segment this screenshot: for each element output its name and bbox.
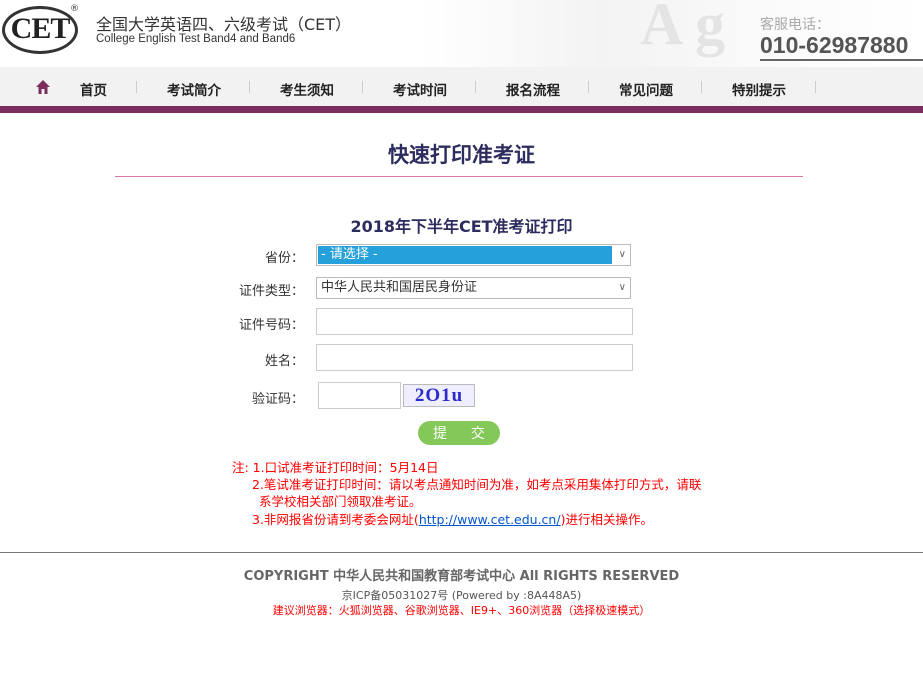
chevron-down-icon: ∨ — [618, 282, 626, 293]
footer-browser-tip: 建议浏览器：火狐浏览器、谷歌浏览器、IE9+、360浏览器（选择极速模式） — [272, 604, 651, 617]
nav-registration[interactable]: 报名流程 — [506, 79, 560, 99]
name-input[interactable] — [316, 344, 633, 371]
footer-divider — [0, 552, 923, 553]
site-title-en: College English Test Band4 and Band6 — [96, 33, 296, 45]
name-label: 姓名： — [264, 354, 304, 369]
cet-website-link[interactable]: http://www.cet.edu.cn/ — [419, 512, 561, 527]
nav-divider — [815, 81, 816, 93]
note-2-cont: 系学校相关部门领取准考证。 — [259, 494, 422, 509]
nav-divider — [136, 81, 137, 93]
nav-divider — [362, 81, 363, 93]
header-watermark: A g — [640, 0, 726, 57]
hotline-label: 客服电话： — [760, 17, 830, 33]
footer-copyright: COPYRIGHT 中华人民共和国教育部考试中心 All RIGHTS RESE… — [243, 569, 680, 584]
nav-home[interactable]: 首页 — [80, 79, 107, 99]
cet-logo[interactable]: CET — [2, 6, 78, 54]
form-title: 2018年下半年CET准考证打印 — [350, 217, 573, 236]
captcha-image[interactable]: 2O1u — [403, 384, 475, 407]
site-title-cn: 全国大学英语四、六级考试（CET） — [96, 15, 352, 34]
home-icon[interactable] — [36, 80, 50, 94]
note-3-suffix: )进行相关操作。 — [560, 512, 653, 527]
province-select[interactable]: - 请选择 - ∨ — [316, 244, 631, 266]
idtype-label: 证件类型： — [238, 284, 304, 299]
province-label: 省份： — [264, 251, 304, 266]
nav-exam-intro[interactable]: 考试简介 — [167, 79, 221, 99]
nav-divider — [249, 81, 250, 93]
idtype-select[interactable]: 中华人民共和国居民身份证 ∨ — [316, 277, 631, 299]
nav-candidate-notice[interactable]: 考生须知 — [280, 79, 334, 99]
province-selected-value: - 请选择 - — [318, 246, 612, 264]
note-3: 3.非网报省份请到考委会网址(http://www.cet.edu.cn/)进行… — [252, 509, 653, 528]
nav-divider — [701, 81, 702, 93]
idtype-selected-value: 中华人民共和国居民身份证 — [321, 280, 478, 295]
nav-exam-time[interactable]: 考试时间 — [393, 79, 447, 99]
title-divider — [115, 176, 803, 177]
nav-faq[interactable]: 常见问题 — [619, 79, 673, 99]
nav-divider — [475, 81, 476, 93]
hotline-number: 010-62987880 — [760, 32, 923, 61]
submit-button[interactable]: 提 交 — [418, 421, 500, 445]
nav-divider — [588, 81, 589, 93]
idnum-input[interactable] — [316, 308, 633, 335]
footer-icp: 京ICP备05031027号 (Powered by :8A448A5) — [341, 589, 582, 602]
page-title: 快速打印准考证 — [388, 143, 535, 167]
note-3-prefix: 3.非网报省份请到考委会网址( — [252, 512, 419, 527]
idnum-label: 证件号码： — [238, 318, 304, 333]
captcha-label: 验证码： — [251, 392, 304, 407]
chevron-down-icon: ∨ — [618, 249, 626, 260]
captcha-input[interactable] — [318, 382, 401, 409]
nav-accent-bar — [0, 106, 923, 113]
nav-special-notice[interactable]: 特别提示 — [732, 79, 786, 99]
registered-mark: ® — [70, 4, 79, 14]
